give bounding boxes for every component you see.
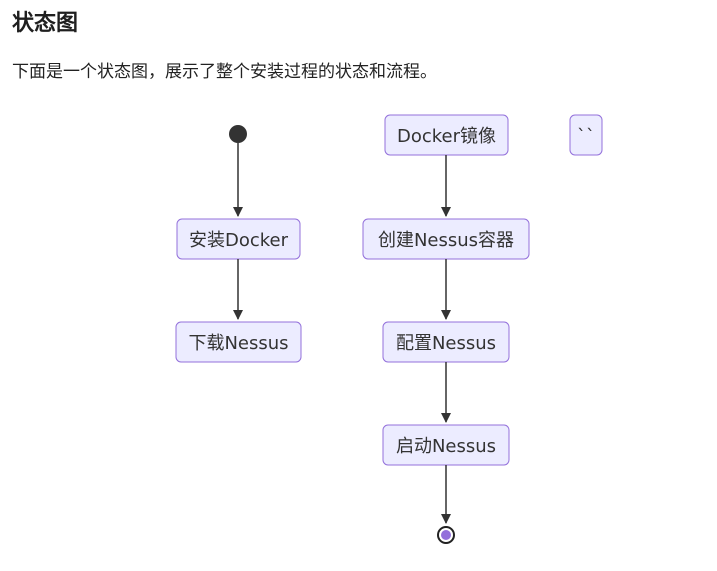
state-docker-image: Docker镜像 — [384, 114, 509, 156]
state-backtick: `` — [569, 114, 603, 156]
state-install-docker: 安装Docker — [176, 218, 301, 260]
state-create-container-label: 创建Nessus容器 — [378, 230, 514, 251]
state-start-nessus-label: 启动Nessus — [396, 436, 496, 457]
state-download-nessus: 下载Nessus — [175, 321, 302, 363]
state-start-nessus: 启动Nessus — [382, 424, 510, 466]
final-state — [437, 526, 455, 544]
state-diagram: 安装Docker 下载Nessus Docker镜像 `` 创建Nessus容器… — [175, 114, 603, 544]
state-install-docker-label: 安装Docker — [189, 230, 289, 251]
state-configure-nessus-label: 配置Nessus — [396, 333, 496, 354]
state-docker-image-label: Docker镜像 — [397, 126, 496, 147]
state-download-nessus-label: 下载Nessus — [188, 333, 288, 354]
state-configure-nessus: 配置Nessus — [382, 321, 510, 363]
state-create-container: 创建Nessus容器 — [362, 218, 530, 260]
state-backtick-label: `` — [577, 126, 595, 147]
initial-state — [229, 125, 247, 143]
